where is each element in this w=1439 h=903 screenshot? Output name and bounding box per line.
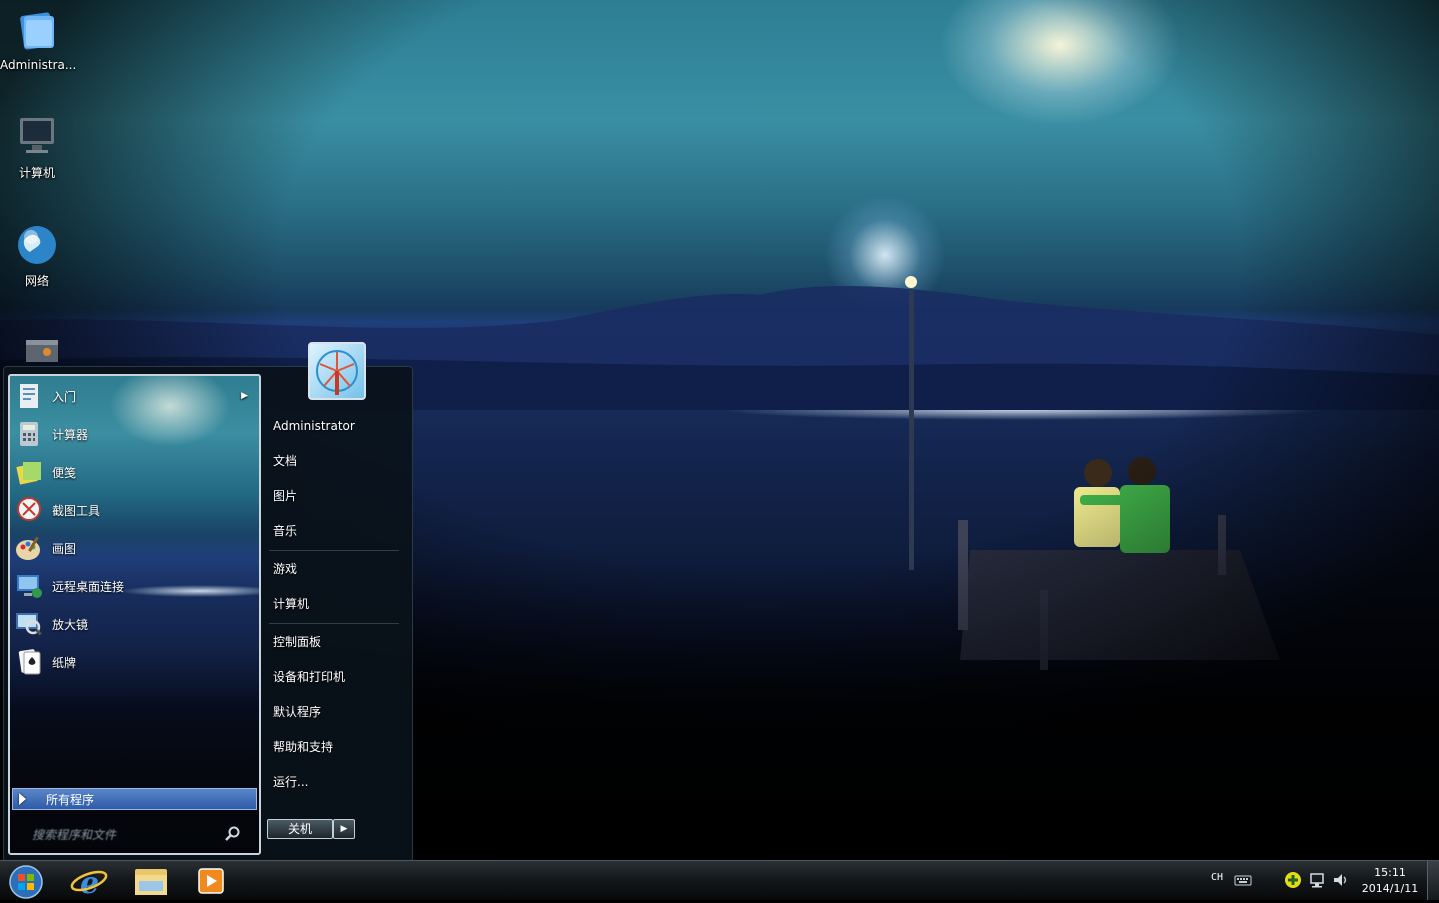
program-label: 便笺 <box>52 465 77 480</box>
taskbar: e CH 15:11 2014/1/11 <box>0 860 1439 901</box>
language-indicator[interactable]: CH <box>1211 872 1223 883</box>
clock-time[interactable]: 15:11 <box>1366 866 1414 879</box>
program-label: 计算器 <box>52 427 89 442</box>
program-label: 放大镜 <box>52 617 89 632</box>
program-label: 入门 <box>52 389 77 404</box>
program-getting-started[interactable]: 入门 ▶ <box>14 378 254 414</box>
start-right-run[interactable]: 运行... <box>273 772 308 792</box>
program-label: 画图 <box>52 541 77 556</box>
start-right-pictures[interactable]: 图片 <box>273 486 297 506</box>
program-label: 截图工具 <box>52 503 101 518</box>
desktop-icon-administrator[interactable]: Administra... <box>0 8 77 72</box>
sticky-notes-icon <box>16 462 41 485</box>
program-solitaire[interactable]: 纸牌 <box>14 644 254 680</box>
media-player-icon <box>198 868 224 894</box>
taskbar-pinned-explorer[interactable] <box>128 863 174 899</box>
user-folder-icon <box>20 12 54 50</box>
desktop-icon-network[interactable]: 网络 <box>0 222 74 289</box>
desktop-icon-label: 计算机 <box>18 166 55 180</box>
start-right-music[interactable]: 音乐 <box>273 521 297 541</box>
submenu-arrow-icon: ▶ <box>241 391 248 401</box>
network-globe-icon <box>18 226 56 264</box>
start-right-devices-printers[interactable]: 设备和打印机 <box>273 667 345 687</box>
program-sticky-notes[interactable]: 便笺 <box>14 454 254 490</box>
windows-orb-icon <box>9 865 43 899</box>
wallpaper-couple <box>1074 457 1170 553</box>
getting-started-icon <box>20 384 38 408</box>
keyboard-icon[interactable] <box>1234 871 1252 889</box>
program-magnifier[interactable]: 放大镜 <box>14 606 254 642</box>
calculator-icon <box>20 422 38 446</box>
computer-icon <box>20 118 54 153</box>
all-programs-label: 所有程序 <box>46 792 95 807</box>
start-right-computer[interactable]: 计算机 <box>273 594 309 614</box>
taskbar-pinned-media-player[interactable] <box>190 863 236 899</box>
start-button[interactable] <box>4 863 48 899</box>
program-remote-desktop[interactable]: 远程桌面连接 <box>14 568 254 604</box>
snipping-tool-icon <box>17 497 41 521</box>
remote-desktop-icon <box>17 575 42 598</box>
internet-explorer-icon: e <box>70 866 108 901</box>
clock-date[interactable]: 2014/1/11 <box>1360 882 1420 895</box>
windows-explorer-icon <box>135 869 167 895</box>
start-right-documents[interactable]: 文档 <box>273 451 297 471</box>
program-label: 纸牌 <box>52 655 77 670</box>
recycle-bin-icon <box>26 340 58 362</box>
start-right-divider <box>269 623 399 624</box>
start-menu: 入门 ▶ 计算器 便笺 截图工具 画图 远程桌面连接 放大镜 纸牌 所有程序 搜… <box>3 342 413 862</box>
start-right-default-programs[interactable]: 默认程序 <box>273 702 321 722</box>
start-menu-programs-pane: 入门 ▶ 计算器 便笺 截图工具 画图 远程桌面连接 放大镜 纸牌 所有程序 搜… <box>8 374 261 855</box>
program-label: 远程桌面连接 <box>52 579 125 594</box>
pinwheel-icon <box>316 350 358 395</box>
start-right-divider <box>269 550 399 551</box>
all-programs-button[interactable]: 所有程序 <box>12 788 257 810</box>
expand-arrow-icon <box>19 793 26 805</box>
desktop-icon-computer[interactable]: 计算机 <box>0 114 74 181</box>
shutdown-button[interactable]: 关机 <box>267 819 333 839</box>
wallpaper-lamp-post <box>905 276 917 570</box>
show-desktop-button[interactable] <box>1427 861 1439 900</box>
taskbar-pinned-ie[interactable]: e <box>66 863 112 901</box>
program-snipping-tool[interactable]: 截图工具 <box>14 492 254 528</box>
start-right-games[interactable]: 游戏 <box>273 559 297 579</box>
start-right-user[interactable]: Administrator <box>273 416 355 436</box>
search-placeholder: 搜索程序和文件 <box>32 827 117 842</box>
solitaire-icon <box>18 649 41 675</box>
network-tray-icon[interactable] <box>1308 871 1326 889</box>
program-calculator[interactable]: 计算器 <box>14 416 254 452</box>
paint-icon <box>16 536 40 560</box>
desktop-icon-label: 网络 <box>24 274 49 288</box>
search-input[interactable]: 搜索程序和文件 <box>16 822 246 846</box>
start-right-help-support[interactable]: 帮助和支持 <box>273 737 333 757</box>
start-right-control-panel[interactable]: 控制面板 <box>273 632 321 652</box>
update-plus-icon[interactable] <box>1284 871 1302 889</box>
magnifier-icon <box>16 613 42 636</box>
user-picture[interactable] <box>308 342 366 400</box>
search-icon[interactable] <box>224 825 242 843</box>
volume-icon[interactable] <box>1332 871 1350 889</box>
desktop-icon-label: Administra... <box>0 58 77 72</box>
program-paint[interactable]: 画图 <box>14 530 254 566</box>
shutdown-options-button[interactable]: ▶ <box>333 819 355 839</box>
